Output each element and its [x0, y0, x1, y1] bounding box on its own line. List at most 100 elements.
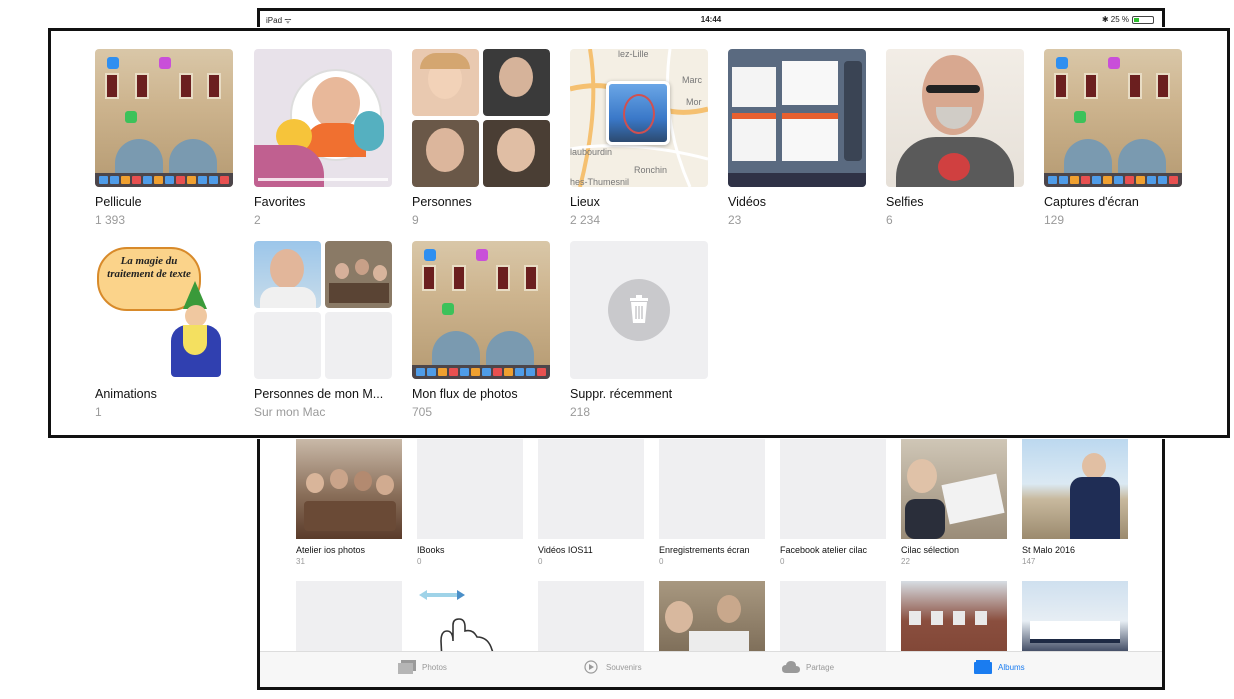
album-thumbnail: [412, 49, 550, 187]
animation-art-text: La magie du traitement de texte: [107, 255, 191, 280]
album-title: Facebook atelier cilac: [780, 545, 868, 555]
album-title: Mon flux de photos: [412, 387, 518, 401]
album-title: Captures d'écran: [1044, 195, 1139, 209]
albums-overlay-panel: Pellicule 1 393 Favorites 2 Personnes 9 …: [48, 28, 1230, 438]
album-lieux[interactable]: lez-Lille Marc Mor laubourdin Ronchin he…: [570, 49, 710, 227]
album-title: Lieux: [570, 195, 600, 209]
album-thumbnail: [417, 439, 523, 539]
memories-icon: [584, 660, 598, 674]
cloud-icon: [782, 661, 800, 673]
album-thumbnail: [901, 439, 1007, 539]
album-title: Personnes de mon M...: [254, 387, 384, 401]
map-label: laubourdin: [570, 147, 612, 157]
map-label: Ronchin: [634, 165, 667, 175]
album-title: Atelier ios photos: [296, 545, 366, 555]
status-bar: iPad ᯤ 14:44 ✱ 25 %: [260, 11, 1162, 29]
album-title: Enregistrements écran: [659, 545, 750, 555]
album-title: Suppr. récemment: [570, 387, 673, 401]
device-label: iPad ᯤ: [266, 16, 292, 25]
album-thumbnail: [570, 241, 708, 379]
albums-icon: [974, 660, 992, 674]
album-captures[interactable]: Captures d'écran 129: [1044, 49, 1184, 227]
map-label: Marc: [682, 75, 702, 85]
album-favorites[interactable]: Favorites 2: [254, 49, 394, 227]
album-selfies[interactable]: Selfies 6: [886, 49, 1026, 227]
album-count: 1 393: [95, 213, 126, 227]
album-count: 0: [417, 557, 422, 566]
album-count: 129: [1044, 213, 1065, 227]
background-album[interactable]: Vidéos IOS11 0: [538, 439, 644, 566]
map-label: hes-Thumesnil: [570, 177, 629, 187]
album-pellicule[interactable]: Pellicule 1 393: [95, 49, 235, 227]
album-thumbnail: [95, 49, 233, 187]
battery-percent: ✱ 25 %: [1101, 15, 1129, 24]
album-flux[interactable]: Mon flux de photos 705: [412, 241, 552, 419]
album-count: Sur mon Mac: [254, 405, 326, 419]
album-title: Animations: [95, 387, 157, 401]
album-count: 23: [728, 213, 742, 227]
album-animations[interactable]: La magie du traitement de texte Animatio…: [95, 241, 235, 419]
album-title: Vidéos IOS11: [538, 545, 593, 555]
background-album[interactable]: IBooks 0: [417, 439, 523, 566]
album-thumbnail: La magie du traitement de texte: [95, 241, 233, 379]
album-count: 705: [412, 405, 433, 419]
background-album[interactable]: St Malo 2016 147: [1022, 439, 1128, 566]
tab-partage[interactable]: Partage: [782, 660, 834, 674]
album-thumbnail: [659, 439, 765, 539]
map-label: Mor: [686, 97, 702, 107]
album-thumbnail: [412, 241, 550, 379]
album-thumbnail: [728, 49, 866, 187]
photos-icon: [398, 660, 416, 674]
album-count: 147: [1022, 557, 1036, 566]
album-recently-deleted[interactable]: Suppr. récemment 218: [570, 241, 710, 419]
album-title: Vidéos: [728, 195, 766, 209]
album-title: IBooks: [417, 545, 445, 555]
album-thumbnail: [886, 49, 1024, 187]
tab-partage-label: Partage: [806, 662, 835, 672]
battery-indicator: ✱ 25 %: [1102, 15, 1154, 24]
album-thumbnail: [254, 49, 392, 187]
map-label: lez-Lille: [618, 49, 649, 59]
album-thumbnail: [1022, 439, 1128, 539]
battery-icon: [1132, 15, 1154, 24]
album-count: 0: [538, 557, 543, 566]
album-title: Cilac sélection: [901, 545, 960, 555]
album-title: St Malo 2016: [1022, 545, 1076, 555]
album-thumbnail: [780, 439, 886, 539]
album-count: 22: [901, 557, 910, 566]
album-title: Pellicule: [95, 195, 142, 209]
background-album[interactable]: Atelier ios photos 31: [296, 439, 402, 566]
album-videos[interactable]: Vidéos 23: [728, 49, 868, 227]
background-album[interactable]: Facebook atelier cilac 0: [780, 439, 886, 566]
album-personnes-mac[interactable]: Personnes de mon M... Sur mon Mac: [254, 241, 394, 419]
album-count: 31: [296, 557, 305, 566]
tab-photos-label: Photos: [422, 662, 447, 672]
album-count: 2 234: [570, 213, 601, 227]
tab-albums-label: Albums: [998, 662, 1025, 672]
album-count: 6: [886, 213, 893, 227]
status-time: 14:44: [700, 15, 722, 24]
album-thumbnail: [538, 439, 644, 539]
trash-icon: [630, 295, 648, 323]
tab-bar: Photos Souvenirs Partage Albums: [260, 651, 1162, 687]
album-title: Favorites: [254, 195, 306, 209]
album-count: 2: [254, 213, 261, 227]
tab-albums[interactable]: Albums: [974, 660, 1025, 674]
background-album[interactable]: Cilac sélection 22: [901, 439, 1007, 566]
album-thumbnail: [254, 241, 392, 379]
background-album[interactable]: Enregistrements écran 0: [659, 439, 765, 566]
tab-photos[interactable]: Photos: [398, 660, 447, 674]
album-personnes[interactable]: Personnes 9: [412, 49, 552, 227]
album-title: Selfies: [886, 195, 924, 209]
album-count: 218: [570, 405, 591, 419]
album-count: 0: [659, 557, 664, 566]
tab-souvenirs-label: Souvenirs: [606, 662, 642, 672]
album-thumbnail: lez-Lille Marc Mor laubourdin Ronchin he…: [570, 49, 708, 187]
album-thumbnail: [296, 439, 402, 539]
album-count: 0: [780, 557, 785, 566]
album-count: 9: [412, 213, 419, 227]
album-thumbnail: [1044, 49, 1182, 187]
album-count: 1: [95, 405, 102, 419]
tab-souvenirs[interactable]: Souvenirs: [582, 660, 642, 674]
album-title: Personnes: [412, 195, 472, 209]
